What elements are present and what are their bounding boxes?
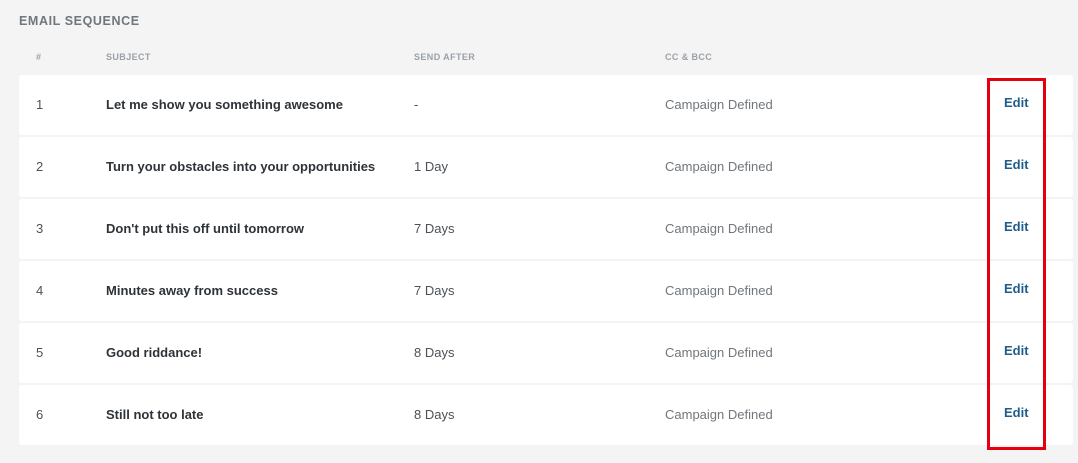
edit-link[interactable]: Edit <box>1004 261 1029 317</box>
edit-link[interactable]: Edit <box>1004 75 1029 131</box>
table-row: 2 Turn your obstacles into your opportun… <box>19 137 1073 197</box>
row-send-after: 8 Days <box>414 407 455 422</box>
edit-link[interactable]: Edit <box>1004 323 1029 379</box>
email-sequence-table: 1 Let me show you something awesome - Ca… <box>19 75 1073 447</box>
edit-link[interactable]: Edit <box>1004 137 1029 193</box>
row-subject: Good riddance! <box>106 345 203 360</box>
row-number: 5 <box>36 345 44 360</box>
row-send-after: 7 Days <box>414 283 455 298</box>
row-cc-bcc: Campaign Defined <box>665 407 773 422</box>
row-subject: Minutes away from success <box>106 283 278 298</box>
row-send-after: 1 Day <box>414 159 448 174</box>
row-number: 6 <box>36 407 44 422</box>
row-subject: Let me show you something awesome <box>106 97 343 112</box>
table-header: # SUBJECT SEND AFTER CC & BCC <box>19 52 1073 66</box>
table-row: 1 Let me show you something awesome - Ca… <box>19 75 1073 135</box>
edit-link[interactable]: Edit <box>1004 199 1029 255</box>
row-send-after: 8 Days <box>414 345 455 360</box>
edit-link[interactable]: Edit <box>1004 385 1029 441</box>
header-send-after: SEND AFTER <box>414 52 476 62</box>
header-number: # <box>36 52 42 62</box>
table-row: 6 Still not too late 8 Days Campaign Def… <box>19 385 1073 445</box>
row-number: 4 <box>36 283 44 298</box>
row-cc-bcc: Campaign Defined <box>665 159 773 174</box>
row-cc-bcc: Campaign Defined <box>665 97 773 112</box>
header-cc-bcc: CC & BCC <box>665 52 713 62</box>
header-subject: SUBJECT <box>106 52 151 62</box>
row-cc-bcc: Campaign Defined <box>665 283 773 298</box>
row-send-after: 7 Days <box>414 221 455 236</box>
row-cc-bcc: Campaign Defined <box>665 221 773 236</box>
row-send-after: - <box>414 97 419 112</box>
table-row: 5 Good riddance! 8 Days Campaign Defined… <box>19 323 1073 383</box>
row-cc-bcc: Campaign Defined <box>665 345 773 360</box>
row-subject: Turn your obstacles into your opportunit… <box>106 159 376 174</box>
table-row: 3 Don't put this off until tomorrow 7 Da… <box>19 199 1073 259</box>
table-row: 4 Minutes away from success 7 Days Campa… <box>19 261 1073 321</box>
row-subject: Don't put this off until tomorrow <box>106 221 305 236</box>
row-number: 1 <box>36 97 44 112</box>
row-subject: Still not too late <box>106 407 204 422</box>
row-number: 3 <box>36 221 44 236</box>
row-number: 2 <box>36 159 44 174</box>
section-title: EMAIL SEQUENCE <box>19 14 140 28</box>
